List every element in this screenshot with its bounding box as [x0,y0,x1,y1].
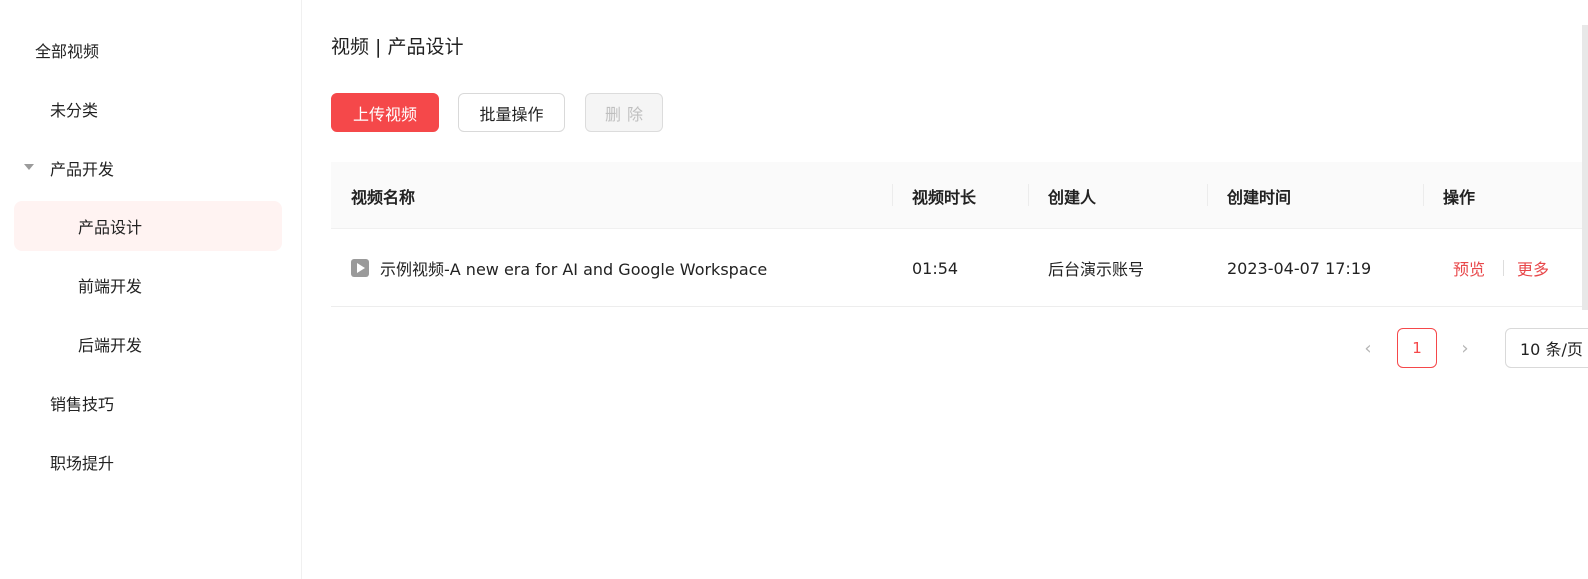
scrollbar-thumb[interactable] [1582,25,1588,310]
preview-link[interactable]: 预览 [1453,256,1485,280]
delete-button: 删除 [585,93,663,132]
video-creator: 后台演示账号 [1048,260,1145,279]
sidebar-item-label: 前端开发 [78,277,143,296]
column-header-duration: 视频时长 [912,187,977,207]
sidebar-item-label: 职场提升 [50,454,115,473]
column-header-created-at: 创建时间 [1227,187,1292,207]
category-sidebar: 全部视频 未分类 产品开发 产品设计 前端开发 后端开发 销售技巧 职场提升 [0,0,302,579]
video-name-cell[interactable]: 示例视频-A new era for AI and Google Workspa… [351,229,767,307]
column-header-name: 视频名称 [351,187,416,207]
table-header: 视频名称 视频时长 创建人 创建时间 操作 [331,162,1588,229]
sidebar-item-label: 产品设计 [78,218,143,237]
column-divider [1028,184,1029,206]
column-divider [892,184,893,206]
scrollbar[interactable] [1582,0,1588,579]
sidebar-item-career-growth[interactable]: 职场提升 [14,437,282,487]
pagination-page-current[interactable]: 1 [1397,328,1437,368]
play-icon [351,259,369,277]
sidebar-item-label: 产品开发 [50,160,115,179]
column-divider [1207,184,1208,206]
upload-video-button[interactable]: 上传视频 [331,93,439,132]
sidebar-item-uncategorized[interactable]: 未分类 [14,84,282,134]
column-header-actions: 操作 [1443,187,1476,207]
sidebar-item-label: 未分类 [50,101,99,120]
app-root: 全部视频 未分类 产品开发 产品设计 前端开发 后端开发 销售技巧 职场提升 视… [0,0,1588,579]
column-divider [1423,184,1424,206]
more-link[interactable]: 更多 [1517,256,1549,280]
page-size-select[interactable]: 10 条/页 [1505,328,1588,368]
caret-down-icon[interactable] [24,164,34,170]
sidebar-item-product-dev[interactable]: 产品开发 [14,143,282,193]
sidebar-item-product-design[interactable]: 产品设计 [14,201,282,251]
table-row: 示例视频-A new era for AI and Google Workspa… [331,229,1588,307]
video-name: 示例视频-A new era for AI and Google Workspa… [380,260,768,279]
column-header-creator: 创建人 [1048,187,1097,207]
sidebar-item-label: 全部视频 [35,42,100,61]
video-table: 视频名称 视频时长 创建人 创建时间 操作 示例视频-A new era for… [331,162,1588,307]
video-created-at: 2023-04-07 17:19 [1227,258,1372,278]
page-size-value: 10 条/页 [1520,340,1583,359]
sidebar-item-sales-skills[interactable]: 销售技巧 [14,378,282,428]
chevron-left-icon[interactable]: ‹ [1349,329,1387,367]
sidebar-item-label: 后端开发 [78,336,143,355]
main-content: 视频 | 产品设计 上传视频 批量操作 删除 视频名称 视频时长 创建人 创建时… [331,0,1588,579]
chevron-right-icon[interactable]: › [1446,329,1484,367]
video-duration: 01:54 [912,258,959,278]
sidebar-item-backend-dev[interactable]: 后端开发 [14,319,282,369]
sidebar-item-frontend-dev[interactable]: 前端开发 [14,260,282,310]
batch-operation-button[interactable]: 批量操作 [458,93,565,132]
sidebar-item-all-videos[interactable]: 全部视频 [14,25,282,75]
action-divider [1503,260,1505,276]
page-title: 视频 | 产品设计 [331,36,464,58]
sidebar-item-label: 销售技巧 [50,395,115,414]
row-actions: 预览 更多 [1453,229,1549,307]
